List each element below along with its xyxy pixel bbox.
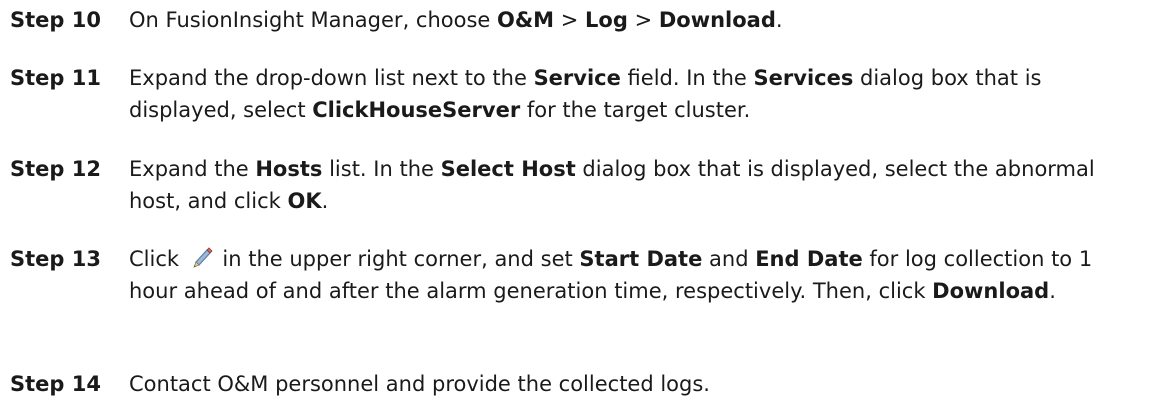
menu-log: Log	[585, 8, 628, 32]
step-label: Step 10	[10, 8, 101, 32]
step-label: Step 12	[10, 157, 101, 181]
option-clickhouseserver: ClickHouseServer	[312, 98, 521, 122]
dialog-services: Services	[753, 66, 854, 90]
step-label: Step 13	[10, 247, 101, 271]
step-text: Click in the upper right corner, and set…	[129, 243, 1139, 307]
field-service: Service	[533, 66, 621, 90]
menu-download: Download	[658, 8, 776, 32]
step-text: Expand the Hosts list. In the Select Hos…	[129, 157, 1095, 213]
step-text: Contact O&M personnel and provide the co…	[129, 372, 710, 396]
field-end-date: End Date	[755, 247, 863, 271]
step-label: Step 14	[10, 372, 101, 396]
menu-om: O&M	[497, 8, 555, 32]
step-text: On FusionInsight Manager, choose O&M > L…	[129, 8, 783, 32]
document: Step 10 On FusionInsight Manager, choose…	[0, 0, 1151, 409]
list-hosts: Hosts	[255, 157, 323, 181]
field-start-date: Start Date	[579, 247, 703, 271]
button-download: Download	[932, 279, 1050, 303]
step-text: Expand the drop-down list next to the Se…	[129, 66, 1042, 122]
pencil-edit-icon	[188, 244, 214, 268]
button-ok: OK	[287, 189, 322, 213]
dialog-select-host: Select Host	[440, 157, 576, 181]
step-label: Step 11	[10, 66, 101, 90]
